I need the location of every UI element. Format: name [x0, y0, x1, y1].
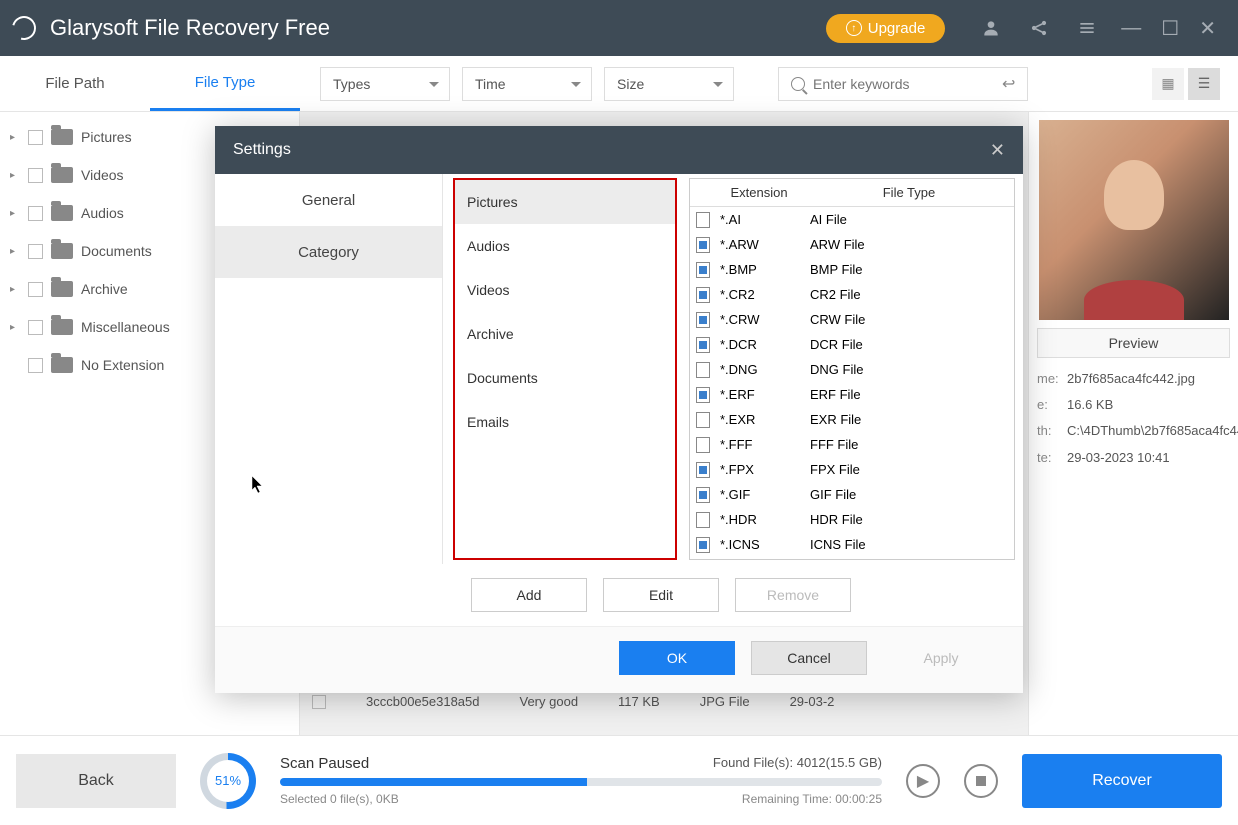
filetype-value: BMP File [810, 262, 863, 277]
extension-row[interactable]: *.ERFERF File [690, 382, 1014, 407]
extension-row[interactable]: *.AIAI File [690, 207, 1014, 232]
extension-value: *.ERF [720, 387, 810, 402]
extension-row[interactable]: *.GIFGIF File [690, 482, 1014, 507]
extension-row[interactable]: *.DCRDCR File [690, 332, 1014, 357]
remove-button[interactable]: Remove [735, 578, 851, 612]
settings-dialog: Settings ✕ General Category PicturesAudi… [215, 126, 1023, 693]
extension-row[interactable]: *.EXREXR File [690, 407, 1014, 432]
extension-value: *.HDR [720, 512, 810, 527]
extension-row[interactable]: *.ICNSICNS File [690, 532, 1014, 557]
extension-value: *.EXR [720, 412, 810, 427]
file-icon [696, 262, 710, 278]
extension-row[interactable]: *.DNGDNG File [690, 357, 1014, 382]
extension-row[interactable]: *.CR2CR2 File [690, 282, 1014, 307]
ok-button[interactable]: OK [619, 641, 735, 675]
file-icon [696, 312, 710, 328]
col-extension: Extension [714, 179, 804, 206]
filetype-value: ERF File [810, 387, 861, 402]
file-icon [696, 362, 710, 378]
extension-row[interactable]: *.CRWCRW File [690, 307, 1014, 332]
extension-row[interactable]: *.FPXFPX File [690, 457, 1014, 482]
filetype-value: DCR File [810, 337, 863, 352]
add-button[interactable]: Add [471, 578, 587, 612]
file-icon [696, 237, 710, 253]
extension-value: *.BMP [720, 262, 810, 277]
extension-row[interactable]: *.ARWARW File [690, 232, 1014, 257]
extension-value: *.CR2 [720, 287, 810, 302]
category-panel: PicturesAudiosVideosArchiveDocumentsEmai… [453, 178, 677, 560]
category-item[interactable]: Emails [455, 400, 675, 444]
dialog-title: Settings [233, 141, 291, 159]
extension-value: *.DNG [720, 362, 810, 377]
dialog-close-button[interactable]: ✕ [990, 140, 1005, 161]
extension-value: *.ARW [720, 237, 810, 252]
category-item[interactable]: Pictures [455, 180, 675, 224]
extension-value: *.FFF [720, 437, 810, 452]
category-item[interactable]: Videos [455, 268, 675, 312]
settings-nav-general[interactable]: General [215, 174, 442, 226]
filetype-value: ICNS File [810, 537, 866, 552]
extension-row[interactable]: *.HDRHDR File [690, 507, 1014, 532]
extension-value: *.CRW [720, 312, 810, 327]
settings-nav-category[interactable]: Category [215, 226, 442, 278]
extension-value: *.FPX [720, 462, 810, 477]
filetype-value: FFF File [810, 437, 858, 452]
category-item[interactable]: Archive [455, 312, 675, 356]
file-icon [696, 512, 710, 528]
extension-value: *.GIF [720, 487, 810, 502]
file-icon [696, 287, 710, 303]
filetype-value: FPX File [810, 462, 860, 477]
extension-row[interactable]: *.BMPBMP File [690, 257, 1014, 282]
filetype-value: AI File [810, 212, 847, 227]
file-icon [696, 537, 710, 553]
extension-value: *.ICNS [720, 537, 810, 552]
file-icon [696, 437, 710, 453]
cancel-button[interactable]: Cancel [751, 641, 867, 675]
col-file-type: File Type [804, 179, 1014, 206]
extension-row[interactable]: *.FFFFFF File [690, 432, 1014, 457]
file-icon [696, 412, 710, 428]
category-item[interactable]: Documents [455, 356, 675, 400]
extension-value: *.DCR [720, 337, 810, 352]
extension-value: *.AI [720, 212, 810, 227]
filetype-value: CRW File [810, 312, 865, 327]
file-icon [696, 337, 710, 353]
category-item[interactable]: Audios [455, 224, 675, 268]
file-icon [696, 462, 710, 478]
apply-button[interactable]: Apply [883, 641, 999, 675]
filetype-value: CR2 File [810, 287, 861, 302]
extension-panel: Extension File Type *.AIAI File*.ARWARW … [689, 178, 1015, 560]
filetype-value: DNG File [810, 362, 863, 377]
filetype-value: HDR File [810, 512, 863, 527]
edit-button[interactable]: Edit [603, 578, 719, 612]
filetype-value: GIF File [810, 487, 856, 502]
file-icon [696, 487, 710, 503]
filetype-value: ARW File [810, 237, 865, 252]
file-icon [696, 387, 710, 403]
file-icon [696, 212, 710, 228]
filetype-value: EXR File [810, 412, 861, 427]
